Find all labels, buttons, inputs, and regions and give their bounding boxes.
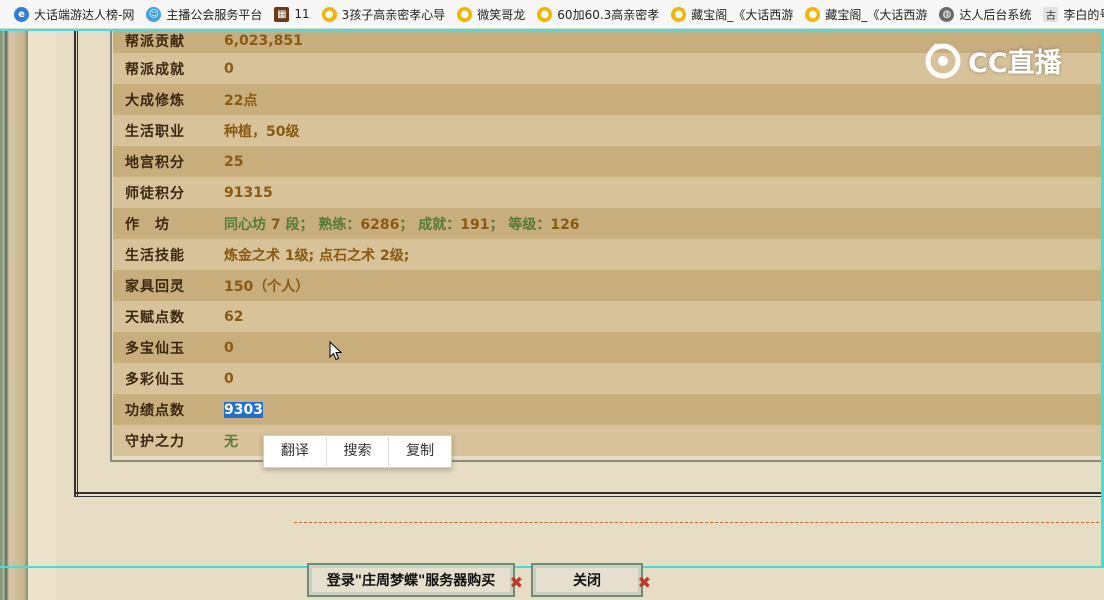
row-value: 0 <box>224 339 234 356</box>
row-value: 6,023,851 <box>224 33 303 49</box>
close-button[interactable]: 关闭 ✖ <box>531 563 651 597</box>
bookmark-item[interactable]: ● 60加60.3高亲密孝 <box>537 6 659 23</box>
bookmark-item[interactable]: ◍ 达人后台系统 <box>939 6 1031 23</box>
table-row: 大成修炼 22点 <box>113 84 1104 115</box>
row-label: 帮派成就 <box>125 61 185 78</box>
row-label: 作 坊 <box>125 216 170 233</box>
gu-icon: 古 <box>1043 6 1059 22</box>
left-decorative-border <box>0 29 28 600</box>
row-label: 功绩点数 <box>125 402 185 419</box>
bookmark-item[interactable]: ● 藏宝阁_《大话西游 <box>805 6 927 23</box>
bookmark-item[interactable]: ● 藏宝阁_《大话西游 <box>671 6 793 23</box>
duck-icon: ● <box>457 6 473 22</box>
row-label: 生活职业 <box>125 123 185 140</box>
row-label: 守护之力 <box>125 433 185 450</box>
workshop-value: 同心坊 7 段； 熟练：6286； 成就：191； 等级：126 <box>224 216 580 233</box>
table-row: 功绩点数 9303 <box>113 394 1104 425</box>
row-value: 62 <box>224 308 244 325</box>
row-label: 师徒积分 <box>125 185 185 202</box>
cc-live-watermark: CC直播 <box>922 38 1062 82</box>
table-row: 天赋点数 62 <box>113 301 1104 332</box>
row-value: 25 <box>224 153 244 170</box>
table-row: 生活职业 种植，50级 <box>113 115 1104 146</box>
table-row: 家具回灵 150（个人） <box>113 270 1104 301</box>
game-thumb-icon: ▦ <box>274 6 290 22</box>
bookmark-item[interactable]: e 大话端游达人榜-网 <box>14 6 134 23</box>
login-buy-button[interactable]: 登录"庄周梦蝶"服务器购买 ✖ <box>307 563 523 597</box>
row-value-selected[interactable]: 9303 <box>224 401 263 418</box>
row-value: 种植，50级 <box>224 123 300 140</box>
bookmark-item[interactable]: ● 微笑哥龙 <box>457 6 525 23</box>
table-row: 生活技能 炼金之术 1级; 点石之术 2级; <box>113 239 1104 270</box>
frame-horizontal-line <box>74 492 1104 497</box>
left-panel-background <box>28 29 56 600</box>
globe-icon: ◍ <box>939 6 955 22</box>
row-value: 无 <box>224 433 238 450</box>
duck-icon: ● <box>537 6 553 22</box>
mouse-cursor-icon <box>329 341 343 361</box>
copy-menu-item[interactable]: 复制 <box>389 435 451 468</box>
row-value: 0 <box>224 60 234 77</box>
cc-logo-icon <box>925 43 961 79</box>
translate-menu-item[interactable]: 翻译 <box>264 435 327 468</box>
bookmark-item[interactable]: ☺ 主播公会服务平台 <box>146 6 262 23</box>
frame-vertical-line <box>74 29 78 497</box>
search-menu-item[interactable]: 搜索 <box>327 435 390 468</box>
dotted-divider <box>294 522 1104 523</box>
row-label: 家具回灵 <box>125 278 185 295</box>
capture-frame-top <box>0 29 1104 31</box>
table-row: 作 坊 同心坊 7 段； 熟练：6286； 成就：191； 等级：126 <box>113 208 1104 239</box>
duck-icon: ● <box>805 6 821 22</box>
row-label: 帮派贡献 <box>125 34 185 50</box>
row-value: 0 <box>224 370 234 387</box>
table-row: 师徒积分 91315 <box>113 177 1104 208</box>
row-label: 多彩仙玉 <box>125 371 185 388</box>
row-value: 炼金之术 1级; 点石之术 2级; <box>224 247 410 264</box>
selected-text[interactable]: 9303 <box>224 401 263 418</box>
row-label: 天赋点数 <box>125 309 185 326</box>
bookmarks-bar: e 大话端游达人榜-网 ☺ 主播公会服务平台 ▦ 11 ● 3孩子高亲密孝心导 ● 微笑哥… <box>0 0 1104 29</box>
bookmark-item[interactable]: ▦ 11 <box>274 6 310 22</box>
selection-context-menu: 翻译 搜索 复制 <box>263 435 452 468</box>
decor-x-icon: ✖ <box>637 573 651 592</box>
row-label: 多宝仙玉 <box>125 340 185 357</box>
e-browser-icon: e <box>14 6 29 22</box>
bookmark-item[interactable]: 古李白的号 <box>1043 6 1104 23</box>
duck-icon: ● <box>321 6 337 22</box>
table-row: 多彩仙玉 0 <box>113 363 1104 394</box>
table-row: 多宝仙玉 0 <box>113 332 1104 363</box>
character-info-table: 帮派贡献 6,023,851 帮派成就 0 大成修炼 22点 生活职业 种植，50级 地… <box>113 29 1104 456</box>
table-row: 守护之力 无 <box>113 425 1104 456</box>
table-row: 地宫积分 25 <box>113 146 1104 177</box>
row-label: 大成修炼 <box>125 92 185 109</box>
row-value: 91315 <box>224 184 273 201</box>
decor-x-icon: ✖ <box>509 573 523 592</box>
row-value: 150（个人） <box>224 278 310 295</box>
row-value: 22点 <box>224 92 258 109</box>
row-label: 生活技能 <box>125 247 185 264</box>
duck-icon: ● <box>671 6 687 22</box>
bookmark-item[interactable]: ● 3孩子高亲密孝心导 <box>321 6 445 23</box>
row-label: 地宫积分 <box>125 154 185 171</box>
smiley-icon: ☺ <box>146 6 162 22</box>
